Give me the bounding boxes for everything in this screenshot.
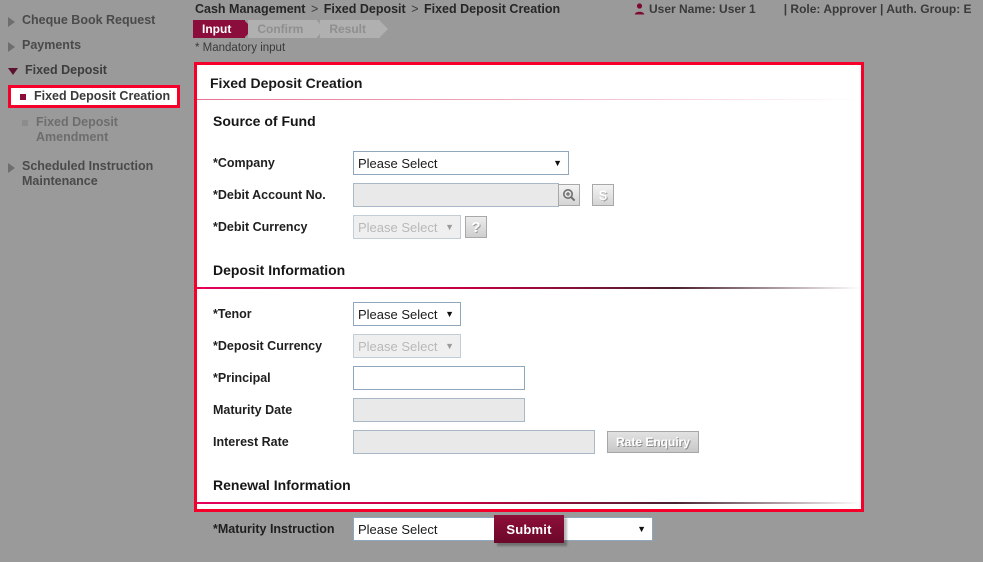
company-select-wrapper: Please Select — [353, 151, 569, 175]
maturity-date-input[interactable] — [353, 398, 525, 422]
panel-title: Fixed Deposit Creation — [210, 75, 363, 91]
field-principal — [353, 366, 525, 390]
sidebar-item-fixed-deposit-creation[interactable]: Fixed Deposit Creation — [8, 85, 180, 108]
chevron-right-icon — [8, 17, 15, 27]
label-debit-currency: *Debit Currency — [213, 219, 308, 234]
label-company: *Company — [213, 155, 275, 170]
section-heading-deposit-information: Deposit Information — [213, 262, 346, 278]
application-window: Cheque Book Request Payments Fixed Depos… — [0, 0, 983, 562]
field-interest-rate: Rate Enquiry — [353, 430, 700, 454]
interest-rate-input[interactable] — [353, 430, 595, 454]
submit-button[interactable]: Submit — [494, 515, 564, 543]
breadcrumb-separator: > — [310, 2, 319, 16]
step-label: Confirm — [257, 22, 304, 36]
breadcrumb: Cash Management > Fixed Deposit > Fixed … — [195, 2, 560, 16]
chevron-down-icon — [8, 68, 18, 75]
form-row-maturity-date: Maturity Date — [197, 394, 861, 426]
step-input[interactable]: Input — [193, 20, 254, 38]
form-row-debit-account-no: *Debit Account No. $ — [197, 179, 861, 211]
user-name-label: User Name: User 1 — [649, 2, 756, 16]
sidebar-subitem-label: Fixed Deposit Creation — [34, 89, 171, 103]
label-tenor: *Tenor — [213, 306, 252, 321]
label-debit-account-no: *Debit Account No. — [213, 187, 326, 202]
step-confirm[interactable]: Confirm — [248, 20, 326, 38]
form-section-source-of-fund: *Company Please Select *Debit Account No… — [197, 138, 861, 249]
tenor-select[interactable]: Please Select — [353, 302, 461, 326]
field-company: Please Select — [353, 151, 569, 175]
deposit-currency-select-wrapper: Please Select — [353, 334, 461, 358]
label-deposit-currency: *Deposit Currency — [213, 338, 323, 353]
breadcrumb-item-2[interactable]: Fixed Deposit — [324, 2, 406, 16]
rate-enquiry-button[interactable]: Rate Enquiry — [607, 431, 700, 453]
breadcrumb-item-3[interactable]: Fixed Deposit Creation — [424, 2, 560, 16]
step-label: Input — [202, 22, 232, 36]
tenor-select-wrapper: Please Select — [353, 302, 461, 326]
sidebar-submenu-fixed-deposit: Fixed Deposit Creation Fixed Deposit Ame… — [0, 85, 190, 148]
field-debit-account-no: $ — [353, 183, 614, 207]
nav-group-fixed-deposit: Fixed Deposit Fixed Deposit Creation Fix… — [0, 58, 190, 148]
debit-currency-select-wrapper: Please Select — [353, 215, 461, 239]
user-role-label: | Role: Approver | Auth. Group: E — [783, 2, 972, 16]
sidebar-item-label: Payments — [22, 38, 82, 52]
nav-group-scheduled-instruction-maintenance: Scheduled Instruction Maintenance — [0, 154, 190, 194]
sidebar-item-scheduled-instruction-maintenance[interactable]: Scheduled Instruction Maintenance — [0, 154, 190, 194]
chevron-right-icon — [8, 42, 15, 52]
field-debit-currency: Please Select ? — [353, 215, 487, 239]
nav-group-cheque-book-request: Cheque Book Request — [0, 8, 190, 33]
page-header: Cash Management > Fixed Deposit > Fixed … — [190, 0, 983, 60]
field-maturity-date — [353, 398, 525, 422]
sidebar-item-label: Scheduled Instruction Maintenance — [22, 159, 154, 188]
form-row-tenor: *Tenor Please Select — [197, 298, 861, 330]
user-info: User Name: User 1 | Role: Approver | Auth… — [634, 2, 983, 16]
label-maturity-date: Maturity Date — [213, 402, 293, 417]
field-tenor: Please Select — [353, 302, 461, 326]
sidebar-item-fixed-deposit-amendment[interactable]: Fixed Deposit Amendment — [0, 112, 190, 148]
bullet-square-icon — [20, 94, 26, 100]
sidebar-item-fixed-deposit[interactable]: Fixed Deposit — [0, 58, 190, 83]
sidebar-navigation: Cheque Book Request Payments Fixed Depos… — [0, 0, 190, 562]
step-indicator: Input Confirm Result — [193, 20, 388, 38]
sidebar-item-fixed-deposit-creation-highlight: Fixed Deposit Creation — [8, 85, 180, 108]
company-select[interactable]: Please Select — [353, 151, 569, 175]
debit-currency-select[interactable]: Please Select — [353, 215, 461, 239]
section-heading-source-of-fund: Source of Fund — [213, 113, 316, 129]
nav-group-payments: Payments — [0, 33, 190, 58]
label-interest-rate: Interest Rate — [213, 434, 289, 449]
help-question-icon[interactable]: ? — [465, 216, 487, 238]
sidebar-item-payments[interactable]: Payments — [0, 33, 190, 58]
section-heading-renewal-information: Renewal Information — [213, 477, 351, 493]
bullet-square-icon — [22, 120, 28, 126]
principal-input[interactable] — [353, 366, 525, 390]
fixed-deposit-creation-panel: Fixed Deposit Creation Source of Fund *C… — [194, 62, 864, 541]
debit-account-no-input[interactable] — [353, 183, 559, 207]
form-row-deposit-currency: *Deposit Currency Please Select — [197, 330, 861, 362]
search-plus-icon[interactable] — [558, 184, 580, 206]
breadcrumb-item-1[interactable]: Cash Management — [195, 2, 305, 16]
form-row-debit-currency: *Debit Currency Please Select ? — [197, 211, 861, 243]
chevron-right-icon — [8, 163, 15, 173]
sidebar-item-label: Fixed Deposit — [25, 63, 107, 77]
form-actions: Submit — [194, 515, 864, 543]
form-section-deposit-information: *Tenor Please Select *Deposit Currency P… — [197, 289, 861, 464]
mandatory-input-note: * Mandatory input — [195, 42, 286, 54]
form-row-interest-rate: Interest Rate Rate Enquiry — [197, 426, 861, 458]
step-label: Result — [329, 22, 367, 36]
sidebar-item-cheque-book-request[interactable]: Cheque Book Request — [0, 8, 190, 33]
deposit-currency-select[interactable]: Please Select — [353, 334, 461, 358]
breadcrumb-separator: > — [411, 2, 419, 16]
sidebar-item-label: Cheque Book Request — [22, 13, 156, 27]
currency-dollar-icon[interactable]: $ — [592, 184, 614, 206]
form-row-company: *Company Please Select — [197, 147, 861, 179]
field-deposit-currency: Please Select — [353, 334, 461, 358]
form-row-principal: *Principal — [197, 362, 861, 394]
step-result[interactable]: Result — [320, 20, 388, 38]
user-icon — [634, 3, 645, 15]
sidebar-subitem-label: Fixed Deposit Amendment — [36, 115, 118, 144]
label-principal: *Principal — [213, 370, 271, 385]
